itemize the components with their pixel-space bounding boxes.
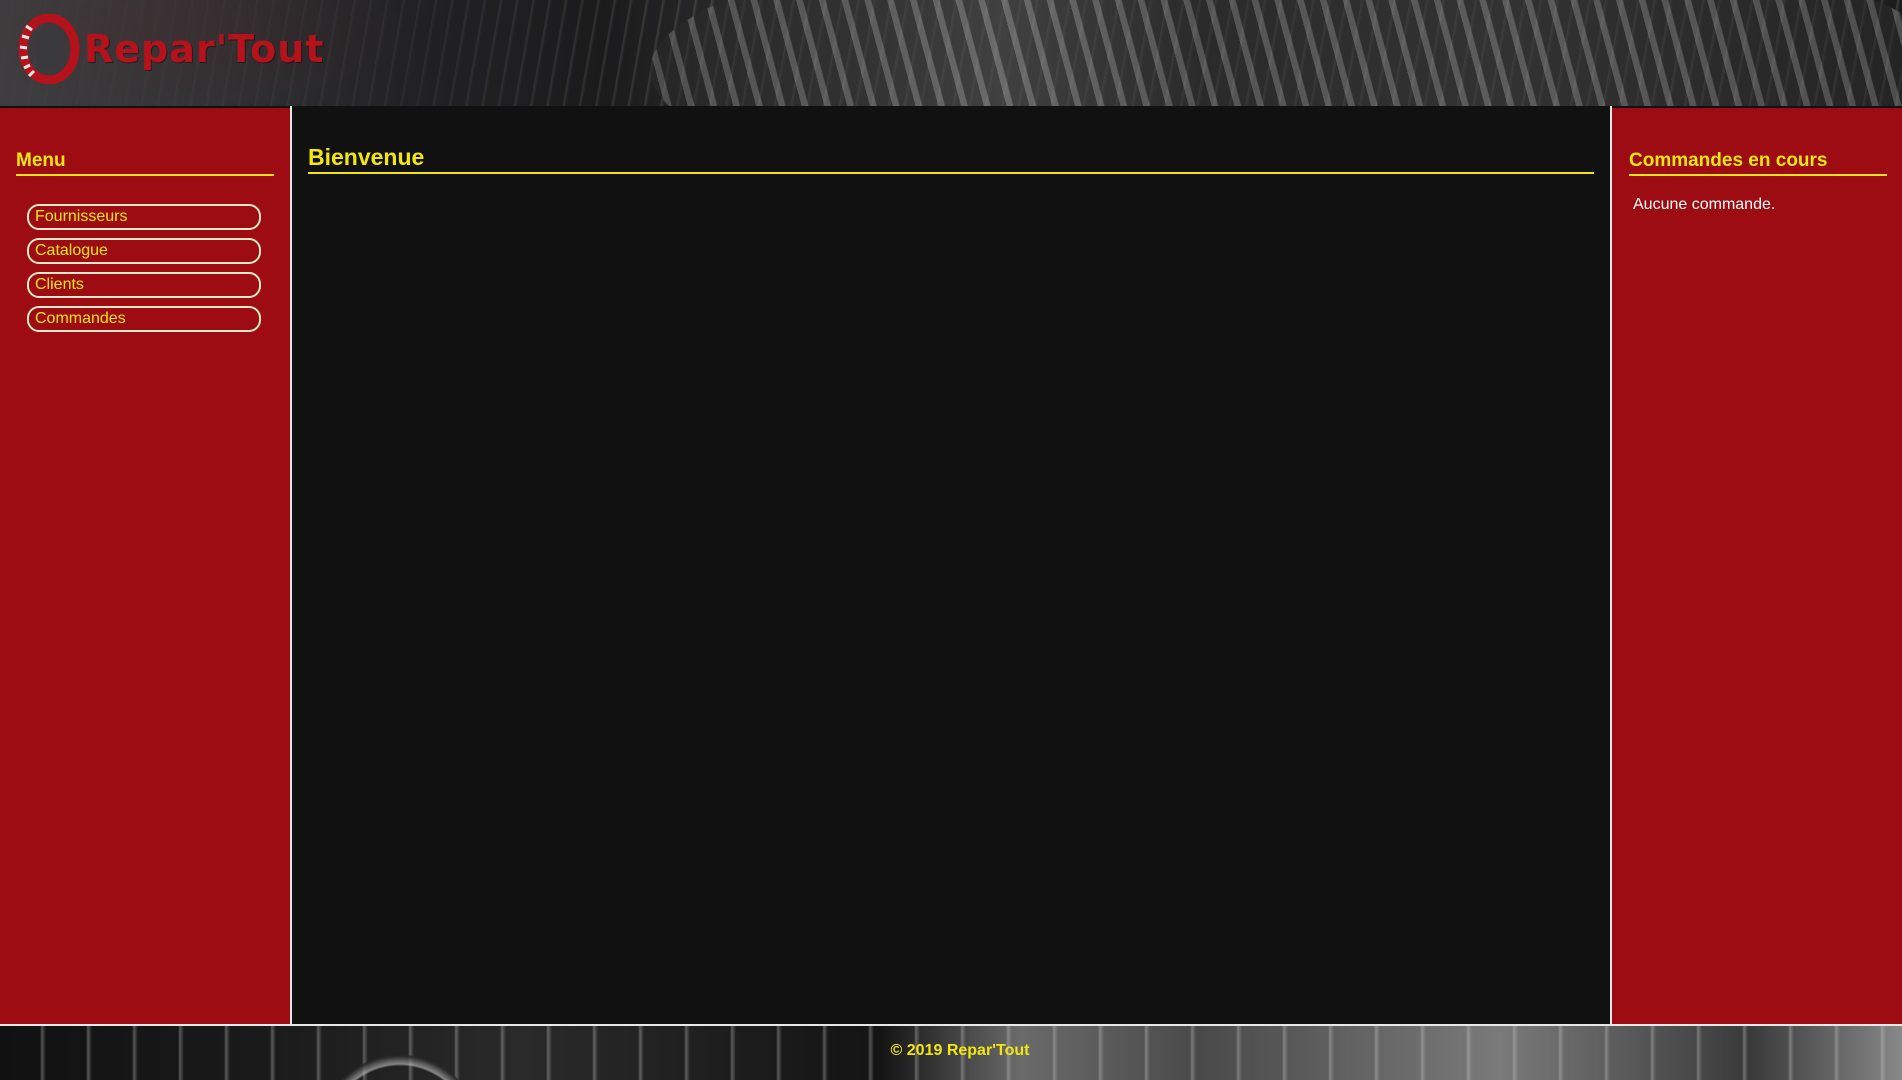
menu-item-catalogue[interactable]: Catalogue <box>27 238 261 264</box>
brand-name: Repar'Tout <box>84 27 325 71</box>
tire-icon <box>18 14 80 84</box>
menu-title: Menu <box>16 150 274 176</box>
footer-copyright: © 2019 Repar'Tout <box>890 1042 1030 1059</box>
footer: © 2019 Repar'Tout <box>0 1026 1902 1080</box>
menu-list: Fournisseurs Catalogue Clients Commandes <box>27 204 261 340</box>
menu-item-clients[interactable]: Clients <box>27 272 261 298</box>
menu-item-commandes[interactable]: Commandes <box>27 306 261 332</box>
main-content: Bienvenue <box>292 108 1610 1026</box>
orders-empty-message: Aucune commande. <box>1633 196 1776 213</box>
page-title: Bienvenue <box>308 144 1594 174</box>
site-logo[interactable]: Repar'Tout <box>16 14 324 84</box>
header-banner: Repar'Tout <box>0 0 1902 106</box>
tire-tread-background <box>650 0 1902 106</box>
orders-panel-title: Commandes en cours <box>1629 150 1887 176</box>
menu-item-fournisseurs[interactable]: Fournisseurs <box>27 204 261 230</box>
right-sidebar <box>1612 108 1902 1026</box>
